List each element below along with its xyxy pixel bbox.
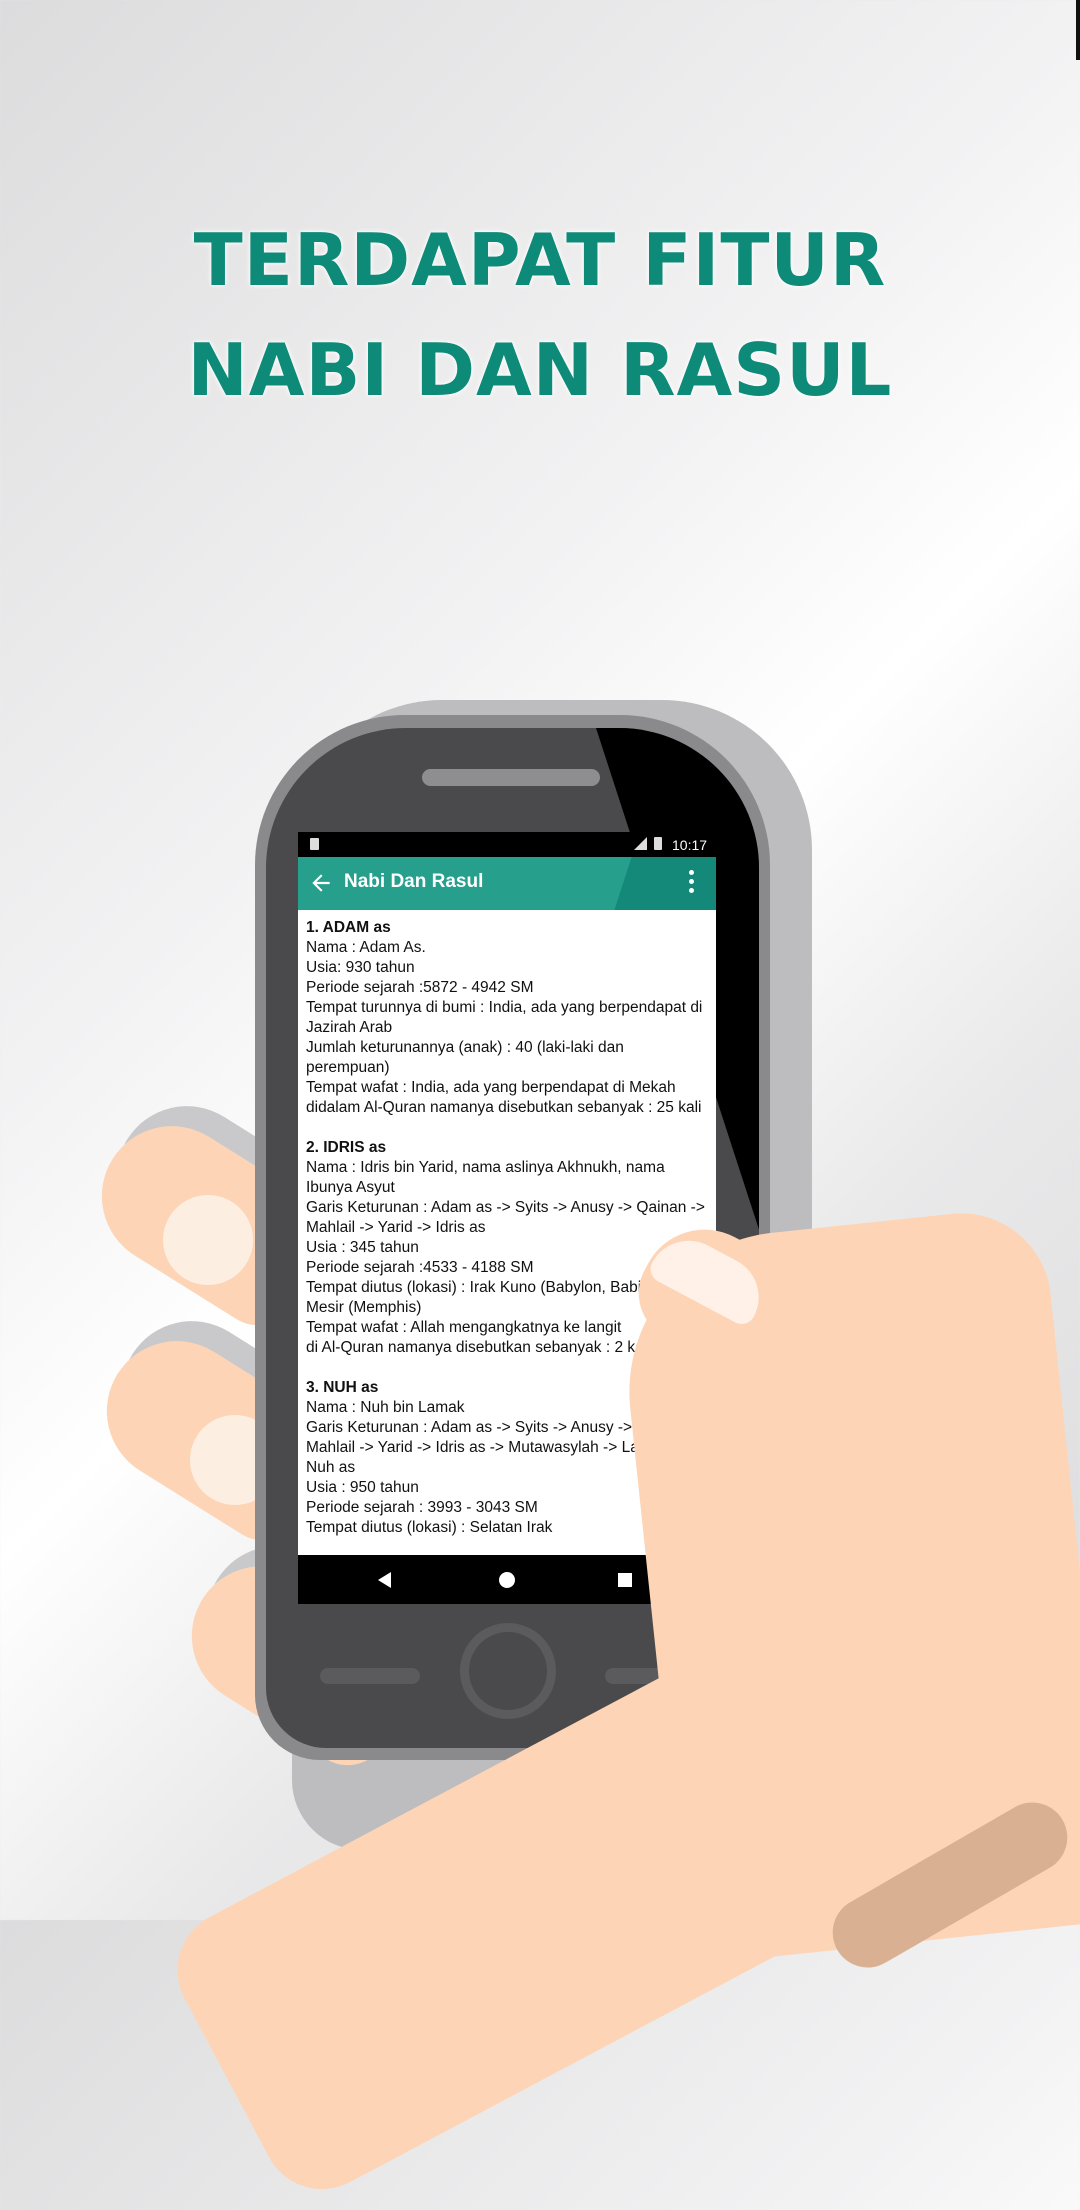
battery-icon [654, 837, 662, 850]
entry-line: Usia: 930 tahun [306, 959, 415, 976]
entry-line: Periode sejarah :5872 - 4942 SM [306, 979, 534, 996]
entry-title: 1. ADAM as [306, 919, 391, 936]
nav-back-icon[interactable] [378, 1572, 391, 1588]
entry-line: Nama : Adam As. [306, 939, 426, 956]
app-bar-shade [614, 857, 716, 910]
signal-icon [634, 837, 647, 850]
entry-line: Tempat wafat : India, ada yang berpendap… [306, 1079, 676, 1096]
phone-slot [320, 1668, 420, 1684]
app-bar: Nabi Dan Rasul [298, 857, 716, 910]
sd-card-icon [310, 838, 319, 850]
nav-recents-icon[interactable] [618, 1573, 632, 1587]
list-item: 1. ADAM as Nama : Adam As. Usia: 930 tahun… [306, 918, 710, 1118]
more-vert-icon[interactable] [688, 870, 696, 898]
fingernail [163, 1195, 253, 1285]
status-time: 10:17 [672, 837, 708, 853]
headline-line-1: TERDAPAT FITUR [193, 218, 887, 303]
app-title: Nabi Dan Rasul [344, 871, 484, 892]
entry-line: Usia : 345 tahun [306, 1239, 419, 1256]
entry-line: Nama : Idris bin Yarid, nama aslinya Akh… [306, 1159, 665, 1196]
entry-title: 2. IDRIS as [306, 1139, 387, 1156]
entry-line: Garis Keturunan : Adam as -> Syits -> An… [306, 1199, 705, 1236]
edge-decoration [1076, 0, 1080, 60]
status-bar: 10:17 [298, 832, 716, 857]
entry-line: didalam Al-Quran namanya disebutkan seba… [306, 1099, 702, 1116]
nav-home-icon[interactable] [499, 1572, 515, 1588]
entry-line: Tempat turunnya di bumi : India, ada yan… [306, 999, 703, 1036]
entry-line: Jumlah keturunannya (anak) : 40 (laki-la… [306, 1039, 624, 1076]
phone-speaker [422, 769, 600, 786]
headline-line-2: NABI DAN RASUL [187, 328, 893, 413]
phone-home-button [460, 1623, 556, 1719]
arrow-left-icon[interactable] [308, 870, 334, 896]
